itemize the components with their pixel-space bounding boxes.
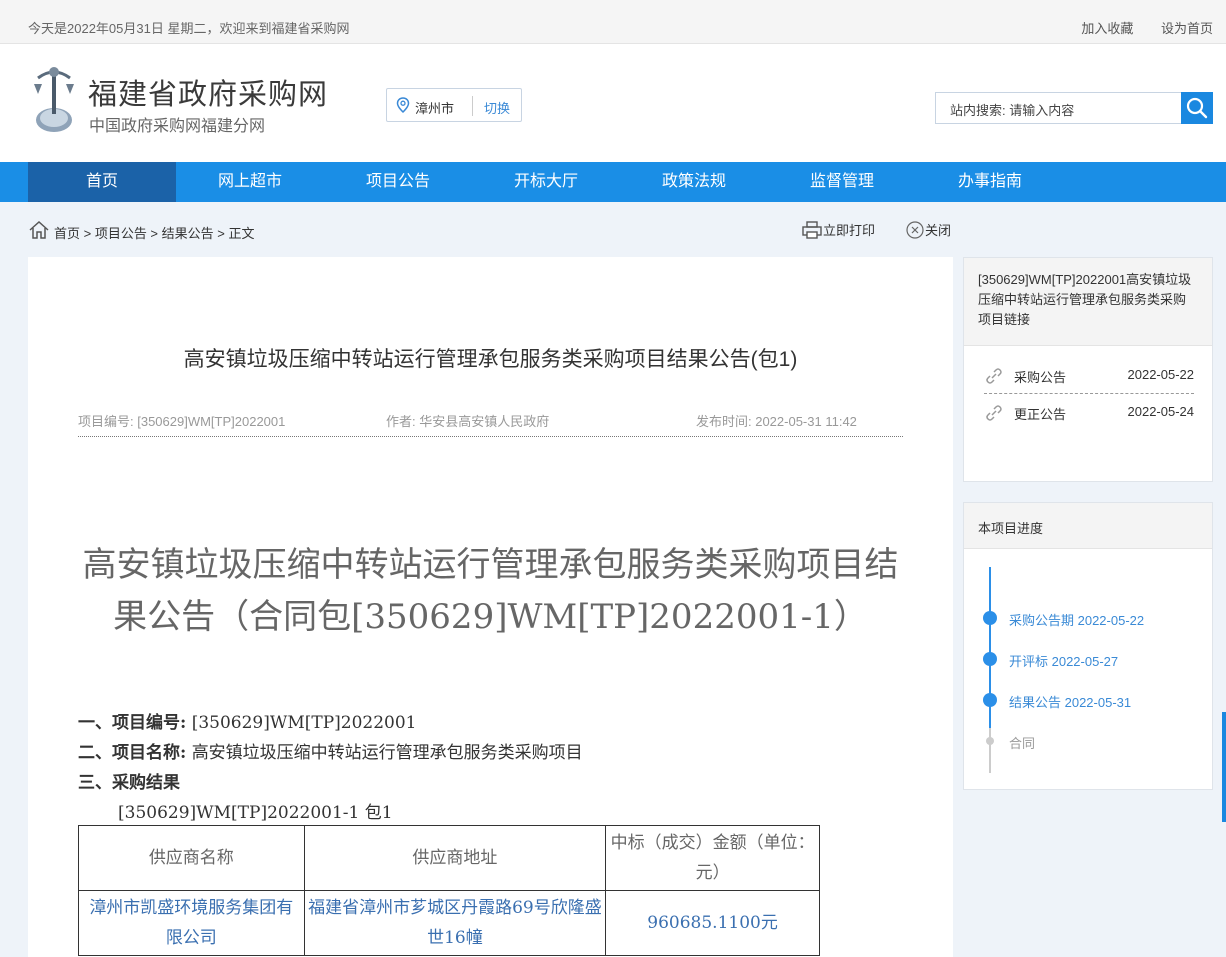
welcome-text: 今天是2022年05月31日 星期二，欢迎来到福建省采购网 [28, 21, 350, 36]
nav-item-supervision[interactable]: 监督管理 [768, 162, 916, 202]
site-logo-icon[interactable] [28, 62, 80, 134]
nav-item-online-market[interactable]: 网上超市 [176, 162, 324, 202]
article-title: 高安镇垃圾压缩中转站运行管理承包服务类采购项目结果公告(包1) [183, 348, 798, 371]
section-project-name: 二、项目名称: 高安镇垃圾压缩中转站运行管理承包服务类采购项目 [78, 738, 583, 763]
related-links-title: [350629]WM[TP]2022001高安镇垃圾压缩中转站运行管理承包服务类… [964, 258, 1212, 346]
package-label: [350629]WM[TP]2022001-1 包1 [118, 803, 393, 823]
related-link-item[interactable]: 采购公告 2022-05-22 [984, 364, 1194, 394]
search-icon [1186, 97, 1208, 119]
scrollbar[interactable] [1222, 712, 1226, 822]
related-link-item[interactable]: 更正公告 2022-05-24 [984, 401, 1194, 425]
nav-item-project-notices[interactable]: 项目公告 [324, 162, 472, 202]
bookmark-link[interactable]: 加入收藏 [1081, 21, 1133, 36]
close-icon [906, 221, 924, 239]
progress-step-label[interactable]: 开评标 2022-05-27 [1009, 651, 1118, 670]
progress-title: 本项目进度 [964, 503, 1212, 549]
print-button[interactable]: 立即打印 [801, 220, 875, 240]
meta-project-no: 项目编号: [350629]WM[TP]2022001 [78, 414, 286, 429]
section-result-label: 三、采购结果 [78, 773, 180, 793]
link-icon [986, 368, 1002, 384]
link-icon [986, 405, 1002, 421]
section-project-no-label: 一、项目编号: [78, 713, 187, 733]
meta-author: 作者: 华安县高安镇人民政府 [386, 414, 550, 429]
table-header-cell: 供应商名称 [78, 825, 305, 891]
location-pin-icon [396, 97, 410, 113]
close-label: 关闭 [925, 223, 952, 238]
main-nav: 首页 网上超市 项目公告 开标大厅 政策法规 监督管理 办事指南 [0, 162, 1226, 202]
nav-item-policies[interactable]: 政策法规 [620, 162, 768, 202]
related-link-date: 2022-05-22 [1127, 367, 1195, 382]
section-project-name-value: 高安镇垃圾压缩中转站运行管理承包服务类采购项目 [191, 743, 583, 763]
table-header-cell: 供应商地址 [303, 825, 607, 891]
article-panel: 高安镇垃圾压缩中转站运行管理承包服务类采购项目结果公告(包1) 项目编号: [3… [28, 257, 953, 957]
result-table: 供应商名称 供应商地址 中标（成交）金额（单位：元） 漳州市凯盛环境服务集团有限… [78, 825, 820, 956]
nav-item-guide[interactable]: 办事指南 [916, 162, 1064, 202]
supplier-address-cell: 福建省漳州市芗城区丹霞路69号欣隆盛世16幢 [303, 890, 607, 956]
progress-dot [983, 611, 997, 625]
close-button[interactable]: 关闭 [905, 220, 951, 240]
related-link-date: 2022-05-24 [1127, 404, 1195, 419]
section-result: 三、采购结果 [78, 768, 180, 793]
notice-heading: 高安镇垃圾压缩中转站运行管理承包服务类采购项目结果公告（合同包[350629]W… [82, 545, 899, 637]
search-button[interactable] [1181, 92, 1213, 124]
city-divider [472, 96, 473, 116]
site-header: 福建省政府采购网 中国政府采购网福建分网 漳州市 切换 站内搜索: 请输入内容 [0, 44, 1226, 162]
progress-dot [983, 693, 997, 707]
nav-item-home[interactable]: 首页 [28, 162, 176, 202]
home-icon[interactable] [28, 220, 50, 240]
printer-icon [802, 221, 822, 239]
set-homepage-link[interactable]: 设为首页 [1161, 21, 1213, 36]
related-link-name: 更正公告 [1014, 407, 1067, 422]
bid-amount-cell: 960685.1100元 [605, 890, 820, 956]
meta-publish-time: 发布时间: 2022-05-31 11:42 [696, 414, 857, 429]
city-switch-button[interactable]: 切换 [484, 98, 510, 117]
section-project-no: 一、项目编号: [350629]WM[TP]2022001 [78, 708, 416, 733]
nav-item-bid-opening-hall[interactable]: 开标大厅 [472, 162, 620, 202]
section-project-no-value: [350629]WM[TP]2022001 [191, 713, 417, 733]
progress-dot-pending [986, 737, 994, 745]
table-header-cell: 中标（成交）金额（单位：元） [605, 825, 820, 891]
city-name: 漳州市 [415, 101, 455, 116]
progress-step-label[interactable]: 结果公告 2022-05-31 [1009, 692, 1131, 711]
city-selector: 漳州市 切换 [386, 88, 522, 122]
article-meta: 项目编号: [350629]WM[TP]2022001 作者: 华安县高安镇人民… [78, 411, 903, 437]
project-progress-panel: 本项目进度 采购公告期 2022-05-22 开评标 2022-05-27 结果… [963, 502, 1213, 790]
site-title: 福建省政府采购网 [88, 79, 329, 111]
progress-dot [983, 652, 997, 666]
top-bar: 今天是2022年05月31日 星期二，欢迎来到福建省采购网 加入收藏 设为首页 [0, 0, 1226, 44]
table-header-row: 供应商名称 供应商地址 中标（成交）金额（单位：元） [78, 825, 820, 891]
progress-step-label[interactable]: 采购公告期 2022-05-22 [1009, 610, 1144, 629]
progress-step-label: 合同 [1009, 736, 1036, 751]
search-input[interactable]: 站内搜索: 请输入内容 [935, 92, 1183, 124]
print-label: 立即打印 [823, 223, 876, 238]
table-row: 漳州市凯盛环境服务集团有限公司 福建省漳州市芗城区丹霞路69号欣隆盛世16幢 9… [78, 890, 820, 956]
section-project-name-label: 二、项目名称: [78, 743, 187, 763]
related-links-panel: [350629]WM[TP]2022001高安镇垃圾压缩中转站运行管理承包服务类… [963, 257, 1213, 482]
supplier-name-cell: 漳州市凯盛环境服务集团有限公司 [78, 890, 305, 956]
related-link-name: 采购公告 [1014, 370, 1067, 385]
top-links: 加入收藏 设为首页 [1057, 18, 1213, 37]
progress-line-pending [989, 728, 991, 773]
site-subtitle: 中国政府采购网福建分网 [89, 118, 266, 135]
breadcrumb-path[interactable]: 首页 > 项目公告 > 结果公告 > 正文 [54, 223, 254, 242]
